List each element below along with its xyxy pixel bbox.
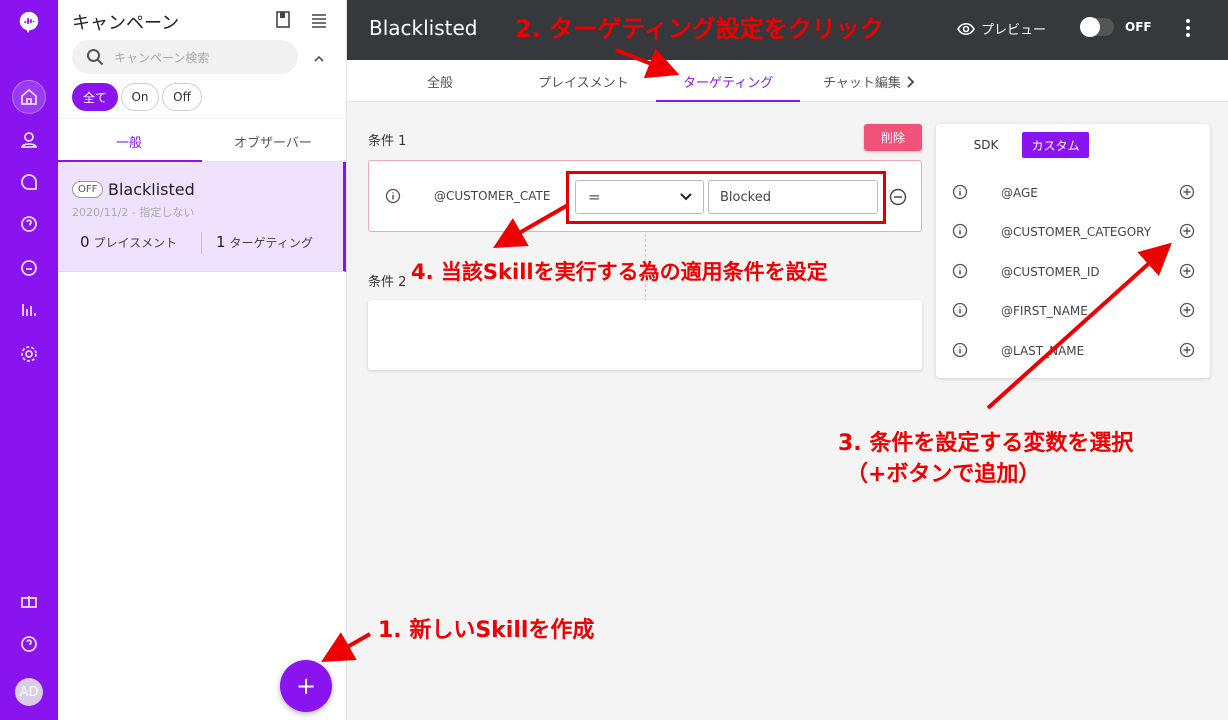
filter-off[interactable]: Off bbox=[162, 83, 202, 111]
preview-button[interactable]: プレビュー bbox=[957, 19, 1046, 38]
book-icon[interactable] bbox=[275, 11, 293, 29]
add-variable-icon[interactable] bbox=[1179, 302, 1195, 322]
chevron-up-icon[interactable] bbox=[313, 50, 325, 69]
comment-icon[interactable] bbox=[17, 256, 41, 280]
more-menu-icon[interactable] bbox=[1183, 18, 1193, 38]
variable-row: @LAST_NAME bbox=[936, 339, 1210, 363]
variable-name: @AGE bbox=[1001, 186, 1038, 200]
campaign-name: Blacklisted bbox=[108, 180, 195, 199]
add-variable-icon[interactable] bbox=[1179, 263, 1195, 283]
condition-value-input[interactable]: Blocked bbox=[708, 180, 878, 214]
page-title: Blacklisted bbox=[369, 16, 478, 40]
condition-1-label: 条件 1 bbox=[368, 134, 407, 149]
bar-chart-icon[interactable] bbox=[17, 298, 41, 322]
operator-select[interactable]: = bbox=[575, 180, 704, 214]
annotation-step3-line1: 3. 条件を設定する変数を選択 bbox=[838, 431, 1134, 456]
main-tabs: 全般 プレイスメント ターゲティング チャット編集 bbox=[347, 60, 1228, 102]
add-variable-icon[interactable] bbox=[1179, 184, 1195, 204]
condition-variable: @CUSTOMER_CATE bbox=[434, 189, 551, 203]
annotation-step4: 4. 当該Skillを実行する為の適用条件を設定 bbox=[411, 260, 828, 284]
tab-chat-edit[interactable]: チャット編集 bbox=[823, 72, 901, 91]
variable-name: @FIRST_NAME bbox=[1001, 304, 1088, 318]
list-icon[interactable] bbox=[310, 11, 328, 29]
search-icon bbox=[87, 49, 104, 66]
home-icon[interactable] bbox=[12, 80, 46, 114]
status-badge: OFF bbox=[72, 181, 104, 198]
status-toggle[interactable] bbox=[1080, 17, 1114, 37]
info-icon[interactable] bbox=[385, 188, 401, 208]
filter-all[interactable]: 全て bbox=[72, 83, 118, 111]
remove-condition-icon[interactable] bbox=[889, 188, 907, 210]
operator-value: = bbox=[588, 188, 601, 206]
info-icon[interactable] bbox=[952, 184, 968, 204]
variables-panel: SDK カスタム @AGE @CUSTOMER_CATEGORY @CUSTOM… bbox=[936, 124, 1210, 378]
preview-label: プレビュー bbox=[981, 23, 1047, 38]
delete-button[interactable]: 削除 bbox=[864, 124, 922, 151]
variable-row: @CUSTOMER_ID bbox=[936, 260, 1210, 284]
gift-icon[interactable] bbox=[17, 588, 41, 612]
add-variable-icon[interactable] bbox=[1179, 223, 1195, 243]
campaign-sidebar: キャンペーン キャンペーン検索 全て On Off 一般 オブザーバー OFF … bbox=[58, 0, 347, 720]
targeting-label: ターゲティング bbox=[229, 236, 313, 250]
info-icon[interactable] bbox=[952, 342, 968, 362]
info-icon[interactable] bbox=[952, 223, 968, 243]
campaign-card[interactable]: OFF Blacklisted 2020/11/2 - 指定しない 0 プレイスメ… bbox=[58, 162, 346, 272]
variable-name: @CUSTOMER_CATEGORY bbox=[1001, 225, 1152, 239]
variable-row: @AGE bbox=[936, 181, 1210, 205]
variable-row: @FIRST_NAME bbox=[936, 299, 1210, 323]
placements-label: プレイスメント bbox=[93, 236, 178, 250]
placements-count: 0 bbox=[80, 233, 90, 251]
chat-bubble-icon[interactable] bbox=[17, 170, 41, 194]
help-icon[interactable] bbox=[17, 632, 41, 656]
campaign-search-input[interactable]: キャンペーン検索 bbox=[72, 40, 298, 74]
chevron-right-icon[interactable] bbox=[905, 74, 915, 93]
targeting-count: 1 bbox=[216, 233, 226, 251]
avatar[interactable]: AD bbox=[15, 678, 43, 706]
tab-sdk[interactable]: SDK bbox=[962, 132, 1010, 158]
variable-name: @CUSTOMER_ID bbox=[1001, 265, 1100, 279]
annotation-step2: 2. ターゲティング設定をクリック bbox=[515, 15, 884, 43]
nav-rail: AD bbox=[0, 0, 58, 720]
tab-observer[interactable]: オブザーバー bbox=[234, 132, 312, 151]
sidebar-tabs: 一般 オブザーバー bbox=[58, 118, 346, 162]
app-logo-icon[interactable] bbox=[17, 10, 41, 34]
variable-name: @LAST_NAME bbox=[1001, 344, 1085, 358]
tab-placement[interactable]: プレイスメント bbox=[538, 72, 629, 91]
eye-icon bbox=[957, 22, 975, 35]
add-variable-icon[interactable] bbox=[1179, 342, 1195, 362]
campaign-date: 2020/11/2 - 指定しない bbox=[72, 206, 195, 219]
help-bubble-icon[interactable] bbox=[17, 212, 41, 236]
chevron-down-icon bbox=[680, 193, 692, 201]
placements-stat: 0 プレイスメント bbox=[80, 233, 177, 251]
info-icon[interactable] bbox=[952, 263, 968, 283]
user-icon[interactable] bbox=[17, 128, 41, 152]
targeting-stat: 1 ターゲティング bbox=[216, 233, 313, 251]
condition-2-label: 条件 2 bbox=[368, 275, 407, 290]
tab-general[interactable]: 一般 bbox=[116, 132, 142, 151]
tab-custom[interactable]: カスタム bbox=[1022, 132, 1089, 158]
tab-targeting[interactable]: ターゲティング bbox=[683, 72, 773, 91]
info-icon[interactable] bbox=[952, 302, 968, 322]
settings-icon[interactable] bbox=[17, 342, 41, 366]
variable-row: @CUSTOMER_CATEGORY bbox=[936, 220, 1210, 244]
tab-overview[interactable]: 全般 bbox=[427, 72, 453, 91]
stat-divider bbox=[201, 232, 202, 254]
annotation-step3-line2: （+ボタンで追加） bbox=[846, 462, 1041, 487]
add-campaign-button[interactable]: + bbox=[280, 660, 332, 712]
toggle-label: OFF bbox=[1125, 20, 1152, 34]
condition-2-box[interactable] bbox=[368, 300, 922, 370]
search-placeholder: キャンペーン検索 bbox=[114, 50, 210, 65]
active-tab-indicator bbox=[656, 100, 800, 102]
sidebar-title: キャンペーン bbox=[72, 13, 180, 34]
annotation-step1: 1. 新しいSkillを作成 bbox=[378, 618, 595, 643]
filter-on[interactable]: On bbox=[121, 83, 159, 111]
